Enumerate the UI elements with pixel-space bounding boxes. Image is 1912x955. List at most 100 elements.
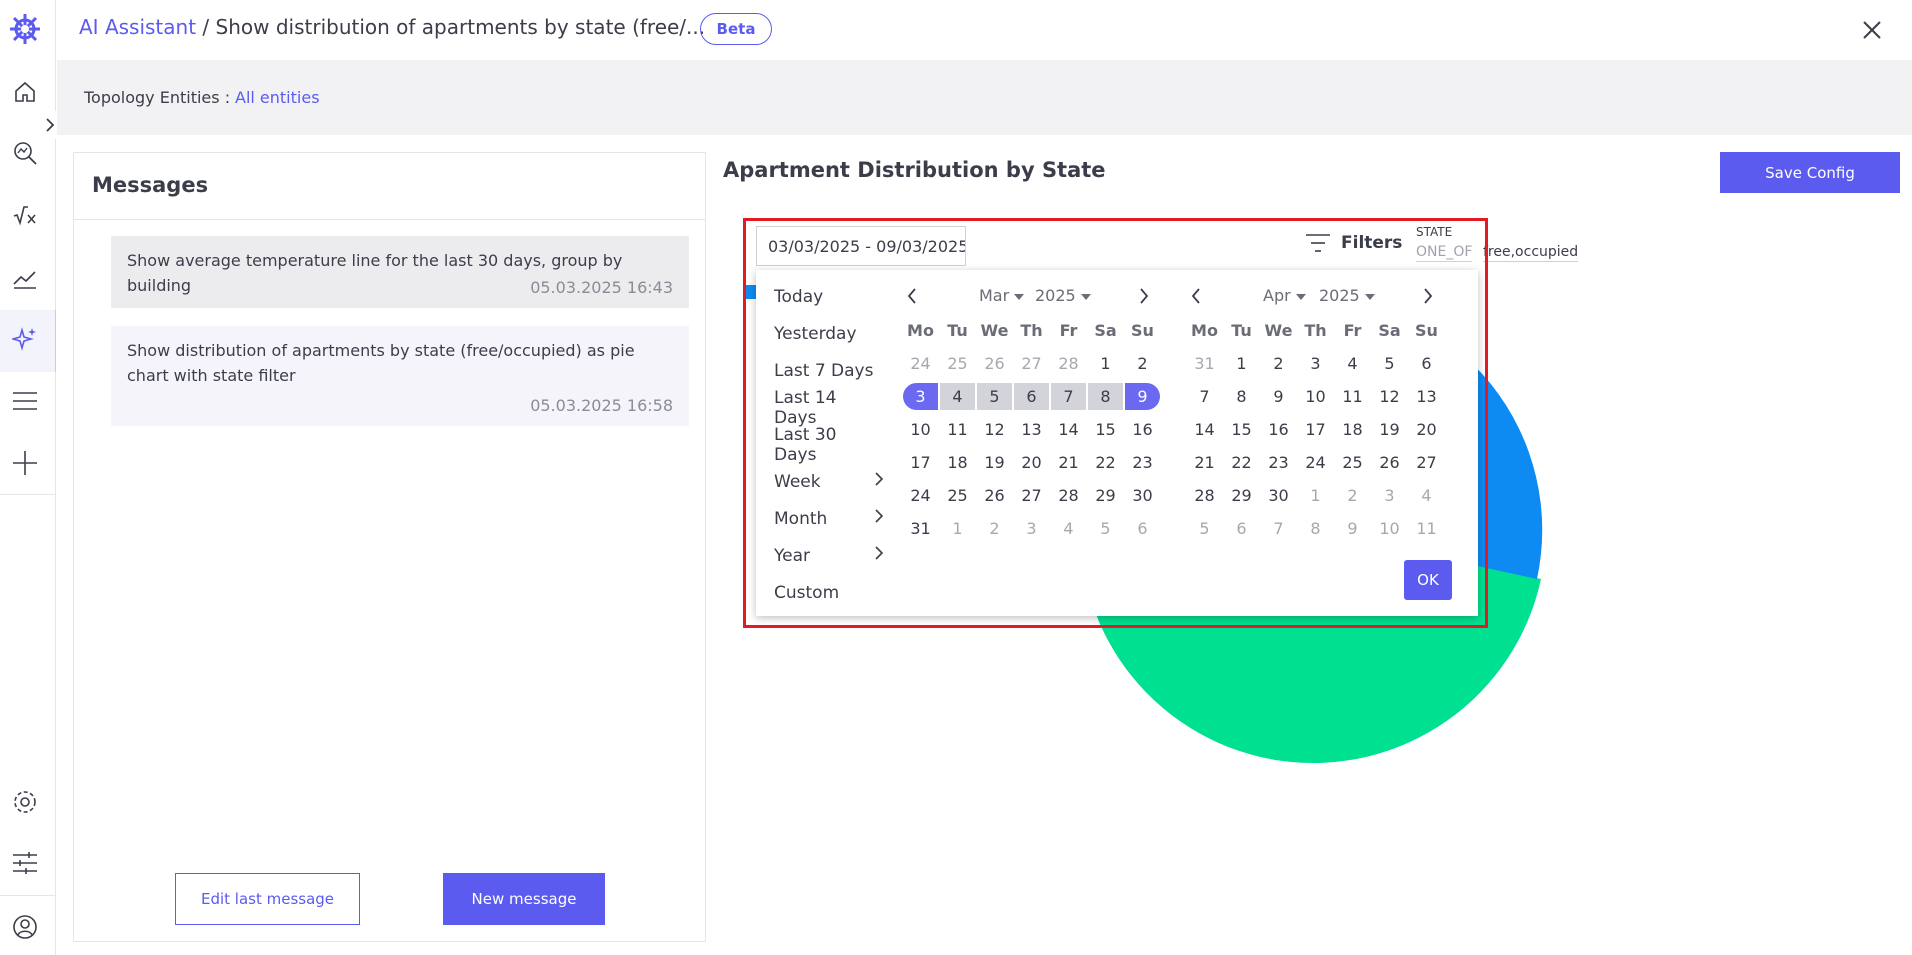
calendar-day[interactable]: 30 xyxy=(1260,479,1297,512)
calendar-day[interactable]: 7 xyxy=(1260,512,1297,545)
date-preset-item[interactable]: Year xyxy=(774,537,884,574)
date-preset-item[interactable]: Month xyxy=(774,500,884,537)
calendar-day[interactable]: 27 xyxy=(1013,479,1050,512)
calendar-day[interactable]: 10 xyxy=(1371,512,1408,545)
calendar-day[interactable]: 4 xyxy=(1050,512,1087,545)
filter-value-select[interactable]: free,occupied xyxy=(1483,244,1579,262)
calendar-day[interactable]: 5 xyxy=(1087,512,1124,545)
calendar-day[interactable]: 4 xyxy=(1334,347,1371,380)
calendar-day[interactable]: 1 xyxy=(1223,347,1260,380)
calendar-day[interactable]: 21 xyxy=(1186,446,1223,479)
calendar-day[interactable]: 13 xyxy=(1013,413,1050,446)
app-logo-icon[interactable] xyxy=(8,12,42,46)
calendar-day[interactable]: 28 xyxy=(1050,347,1087,380)
formula-icon[interactable] xyxy=(8,198,42,232)
calendar-day[interactable]: 18 xyxy=(1334,413,1371,446)
calendar-day[interactable]: 9 xyxy=(1260,380,1297,413)
calendar-day[interactable]: 6 xyxy=(1014,383,1049,410)
edit-last-message-button[interactable]: Edit last message xyxy=(175,873,360,925)
calendar-day[interactable]: 24 xyxy=(902,479,939,512)
calendar-day[interactable]: 28 xyxy=(1050,479,1087,512)
breadcrumb-link-ai-assistant[interactable]: AI Assistant xyxy=(79,15,196,39)
year-select[interactable]: 2025 xyxy=(1035,286,1091,305)
next-month-chevron-icon[interactable] xyxy=(1138,287,1150,309)
calendar-day[interactable]: 1 xyxy=(939,512,976,545)
message-item[interactable]: Show average temperature line for the la… xyxy=(111,236,689,308)
calendar-day[interactable]: 16 xyxy=(1260,413,1297,446)
calendar-day[interactable]: 27 xyxy=(1013,347,1050,380)
date-range-input[interactable]: 03/03/2025 - 09/03/2025 xyxy=(756,226,966,266)
close-icon[interactable] xyxy=(1856,14,1888,46)
next-month-chevron-icon[interactable] xyxy=(1422,287,1434,309)
calendar-day[interactable]: 4 xyxy=(1408,479,1445,512)
calendar-day[interactable]: 12 xyxy=(976,413,1013,446)
month-select[interactable]: Apr xyxy=(1263,286,1306,305)
calendar-day[interactable]: 3 xyxy=(1013,512,1050,545)
calendar-day[interactable]: 2 xyxy=(976,512,1013,545)
settings-gear-icon[interactable] xyxy=(8,785,42,819)
calendar-day[interactable]: 6 xyxy=(1408,347,1445,380)
ok-button[interactable]: OK xyxy=(1404,560,1452,600)
calendar-day[interactable]: 5 xyxy=(977,383,1012,410)
calendar-day[interactable]: 1 xyxy=(1087,347,1124,380)
calendar-day[interactable]: 30 xyxy=(1124,479,1161,512)
calendar-day[interactable]: 25 xyxy=(939,347,976,380)
date-preset-item[interactable]: Today xyxy=(774,278,884,315)
calendar-day[interactable]: 11 xyxy=(939,413,976,446)
calendar-day[interactable]: 31 xyxy=(1186,347,1223,380)
search-analytics-icon[interactable] xyxy=(8,136,42,170)
calendar-day[interactable]: 20 xyxy=(1408,413,1445,446)
date-preset-item[interactable]: Custom xyxy=(774,574,884,611)
calendar-day[interactable]: 28 xyxy=(1186,479,1223,512)
calendar-day[interactable]: 2 xyxy=(1124,347,1161,380)
calendar-day[interactable]: 3 xyxy=(1297,347,1334,380)
calendar-day[interactable]: 29 xyxy=(1087,479,1124,512)
calendar-day[interactable]: 4 xyxy=(940,383,975,410)
topology-entities-link[interactable]: All entities xyxy=(235,88,320,107)
calendar-day[interactable]: 15 xyxy=(1223,413,1260,446)
filter-operator-select[interactable]: ONE_OF xyxy=(1416,244,1473,262)
calendar-day[interactable]: 29 xyxy=(1223,479,1260,512)
calendar-day[interactable]: 3 xyxy=(1371,479,1408,512)
calendar-day[interactable]: 12 xyxy=(1371,380,1408,413)
calendar-day[interactable]: 25 xyxy=(939,479,976,512)
date-preset-item[interactable]: Last 14 Days xyxy=(774,388,884,428)
calendar-day[interactable]: 27 xyxy=(1408,446,1445,479)
menu-list-icon[interactable] xyxy=(8,384,42,418)
calendar-day[interactable]: 2 xyxy=(1334,479,1371,512)
calendar-day[interactable]: 11 xyxy=(1334,380,1371,413)
calendar-day[interactable]: 23 xyxy=(1260,446,1297,479)
calendar-day[interactable]: 17 xyxy=(1297,413,1334,446)
calendar-day[interactable]: 13 xyxy=(1408,380,1445,413)
calendar-day[interactable]: 10 xyxy=(902,413,939,446)
calendar-day[interactable]: 3 xyxy=(903,383,938,410)
calendar-day[interactable]: 26 xyxy=(976,479,1013,512)
calendar-day[interactable]: 23 xyxy=(1124,446,1161,479)
calendar-day[interactable]: 9 xyxy=(1125,383,1160,410)
calendar-day[interactable]: 5 xyxy=(1371,347,1408,380)
new-message-button[interactable]: New message xyxy=(443,873,605,925)
calendar-day[interactable]: 26 xyxy=(1371,446,1408,479)
sliders-icon[interactable] xyxy=(8,846,42,880)
add-icon[interactable] xyxy=(8,446,42,480)
date-preset-item[interactable]: Last 30 Days xyxy=(774,425,884,465)
home-icon[interactable] xyxy=(8,75,42,109)
calendar-day[interactable]: 7 xyxy=(1186,380,1223,413)
calendar-day[interactable]: 1 xyxy=(1297,479,1334,512)
calendar-day[interactable]: 2 xyxy=(1260,347,1297,380)
calendar-day[interactable]: 6 xyxy=(1124,512,1161,545)
calendar-day[interactable]: 19 xyxy=(976,446,1013,479)
month-select[interactable]: Mar xyxy=(979,286,1025,305)
filters-button[interactable]: Filters xyxy=(1305,232,1402,254)
calendar-day[interactable]: 21 xyxy=(1050,446,1087,479)
calendar-day[interactable]: 22 xyxy=(1087,446,1124,479)
calendar-day[interactable]: 9 xyxy=(1334,512,1371,545)
calendar-day[interactable]: 22 xyxy=(1223,446,1260,479)
calendar-day[interactable]: 14 xyxy=(1050,413,1087,446)
calendar-day[interactable]: 25 xyxy=(1334,446,1371,479)
message-item[interactable]: Show distribution of apartments by state… xyxy=(111,326,689,426)
year-select[interactable]: 2025 xyxy=(1319,286,1375,305)
calendar-day[interactable]: 10 xyxy=(1297,380,1334,413)
calendar-day[interactable]: 17 xyxy=(902,446,939,479)
calendar-day[interactable]: 24 xyxy=(902,347,939,380)
